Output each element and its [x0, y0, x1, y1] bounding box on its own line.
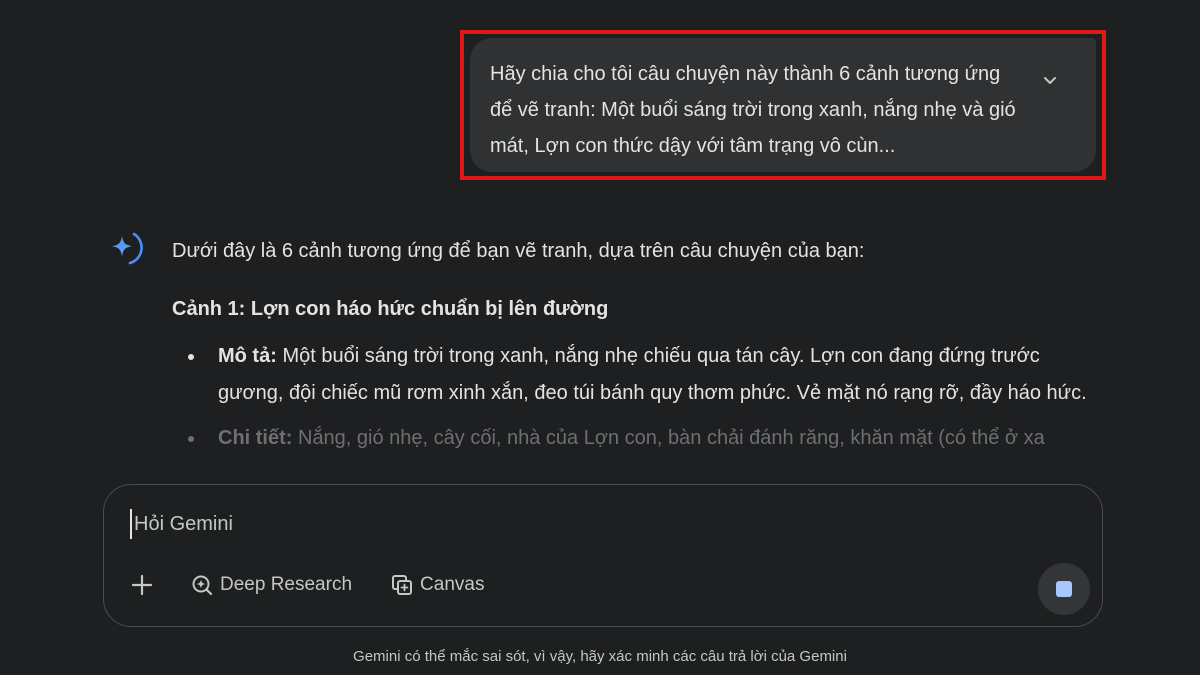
bullet-text: Nắng, gió nhẹ, cây cối, nhà của Lợn con,… [292, 427, 1045, 449]
canvas-icon [390, 573, 414, 597]
deep-research-label: Deep Research [220, 574, 353, 595]
canvas-label: Canvas [420, 574, 485, 595]
plus-icon [131, 574, 153, 596]
bullet-label: Mô tả: [218, 345, 277, 367]
prompt-input[interactable] [130, 509, 990, 539]
list-item: Chi tiết: Nắng, gió nhẹ, cây cối, nhà củ… [172, 420, 1102, 457]
list-item: Mô tả: Một buổi sáng trời trong xanh, nắ… [172, 338, 1102, 412]
scene-title: Cảnh 1: Lợn con háo hức chuẩn bị lên đườ… [172, 298, 609, 320]
gemini-sparkle-icon [108, 230, 148, 270]
user-prompt-bubble[interactable]: Hãy chia cho tôi câu chuyện này thành 6 … [470, 38, 1096, 172]
deep-research-icon [190, 573, 214, 597]
gemini-response: Dưới đây là 6 cảnh tương ứng để bạn vẽ t… [172, 234, 1102, 457]
response-intro: Dưới đây là 6 cảnh tương ứng để bạn vẽ t… [172, 240, 865, 262]
bullet-label: Chi tiết: [218, 427, 293, 449]
composer-toolbar: Deep Research Canvas [128, 571, 522, 599]
stop-generating-button[interactable] [1038, 563, 1090, 615]
scene-bullet-list: Mô tả: Một buổi sáng trời trong xanh, nắ… [172, 338, 1102, 457]
stop-icon [1056, 581, 1072, 597]
chat-page: Hãy chia cho tôi câu chuyện này thành 6 … [0, 0, 1200, 675]
highlighted-user-prompt: Hãy chia cho tôi câu chuyện này thành 6 … [460, 30, 1106, 180]
prompt-composer: Deep Research Canvas [103, 484, 1103, 627]
bullet-text: Một buổi sáng trời trong xanh, nắng nhẹ … [218, 345, 1087, 404]
add-attachment-button[interactable] [128, 571, 156, 599]
chevron-down-icon [1044, 77, 1056, 84]
user-prompt-text: Hãy chia cho tôi câu chuyện này thành 6 … [490, 63, 1016, 157]
expand-prompt-button[interactable] [1038, 68, 1062, 92]
disclaimer-text: Gemini có thể mắc sai sót, vì vậy, hãy x… [353, 648, 847, 665]
deep-research-button[interactable]: Deep Research [190, 573, 352, 597]
canvas-button[interactable]: Canvas [390, 573, 484, 597]
